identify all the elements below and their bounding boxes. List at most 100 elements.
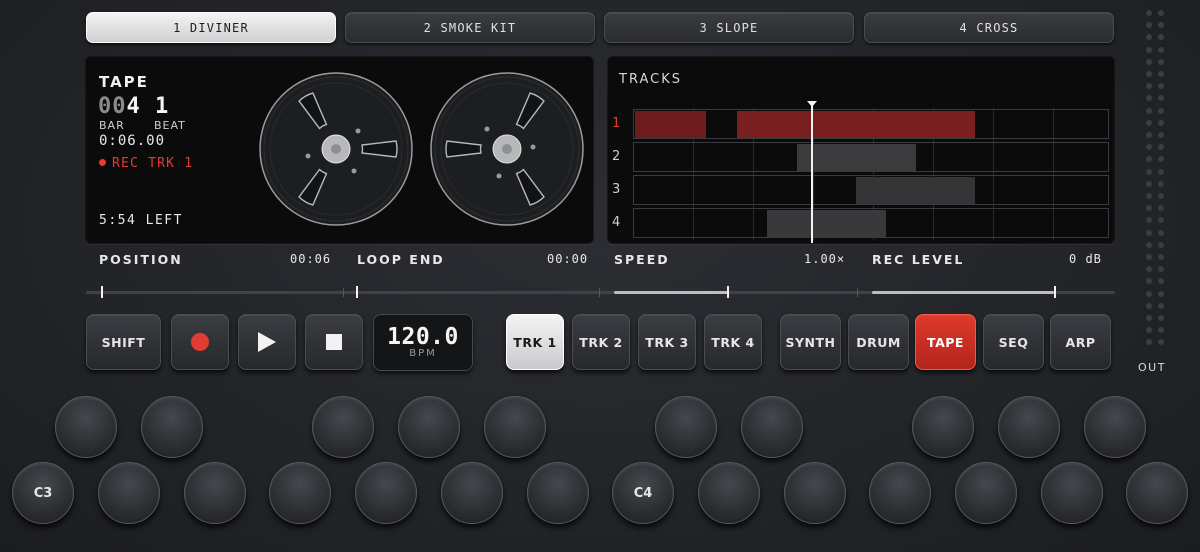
tracks-display: TRACKS 1 2 3 4 bbox=[607, 56, 1115, 244]
grill-hole bbox=[1158, 168, 1164, 175]
rec-status: REC TRK 1 bbox=[99, 156, 193, 171]
piano-key[interactable] bbox=[398, 396, 460, 458]
stop-button[interactable] bbox=[305, 314, 363, 370]
piano-key[interactable] bbox=[912, 396, 974, 458]
piano-key[interactable] bbox=[955, 462, 1017, 524]
tape-remaining: 5:54 LEFT bbox=[99, 213, 183, 228]
track-lanes[interactable] bbox=[633, 108, 1111, 240]
track-number-4: 4 bbox=[612, 215, 621, 230]
grill-hole bbox=[1158, 144, 1164, 151]
record-icon bbox=[191, 333, 209, 351]
piano-key[interactable] bbox=[312, 396, 374, 458]
piano-key[interactable] bbox=[1041, 462, 1103, 524]
beat-label: BEAT bbox=[154, 119, 186, 132]
grill-hole bbox=[1146, 119, 1152, 126]
position-slider[interactable] bbox=[101, 286, 103, 298]
track-lane-1[interactable] bbox=[633, 109, 1109, 139]
grill-hole bbox=[1146, 71, 1152, 77]
piano-key[interactable] bbox=[527, 462, 589, 524]
piano-key[interactable] bbox=[98, 462, 160, 524]
track-region[interactable] bbox=[767, 210, 886, 237]
grill-hole bbox=[1146, 58, 1152, 65]
piano-key-c3[interactable]: C3 bbox=[12, 462, 74, 524]
grill-hole bbox=[1146, 180, 1152, 187]
drum-mode-button[interactable]: DRUM bbox=[848, 314, 909, 370]
rec-level-slider[interactable] bbox=[1054, 286, 1056, 298]
preset-tab-3[interactable]: 3 SLOPE bbox=[604, 12, 854, 43]
playhead[interactable] bbox=[807, 101, 817, 243]
piano-key[interactable] bbox=[998, 396, 1060, 458]
track-number-2: 2 bbox=[612, 149, 621, 164]
track-3-button[interactable]: TRK 3 bbox=[638, 314, 696, 370]
grill-hole bbox=[1158, 266, 1164, 273]
grill-hole bbox=[1158, 46, 1164, 53]
grill-hole bbox=[1158, 339, 1164, 346]
track-number-1: 1 bbox=[612, 116, 622, 131]
preset-tab-2[interactable]: 2 SMOKE KIT bbox=[345, 12, 595, 43]
piano-key[interactable] bbox=[441, 462, 503, 524]
piano-key[interactable] bbox=[698, 462, 760, 524]
preset-tab-1[interactable]: 1 DIVINER bbox=[86, 12, 336, 43]
loop-end-label: LOOP END bbox=[357, 252, 445, 267]
grill-hole bbox=[1146, 144, 1152, 151]
grill-hole bbox=[1158, 327, 1164, 334]
track-lane-3[interactable] bbox=[633, 175, 1109, 205]
tape-time: 0:06.00 bbox=[99, 133, 166, 149]
piano-key[interactable] bbox=[741, 396, 803, 458]
piano-key[interactable] bbox=[484, 396, 546, 458]
grill-hole bbox=[1158, 10, 1164, 16]
grill-hole bbox=[1158, 22, 1164, 29]
grill-hole bbox=[1158, 180, 1164, 187]
piano-key[interactable] bbox=[1084, 396, 1146, 458]
rec-level-label: REC LEVEL bbox=[872, 252, 965, 267]
track-region[interactable] bbox=[737, 111, 975, 138]
piano-key[interactable] bbox=[55, 396, 117, 458]
piano-key[interactable] bbox=[655, 396, 717, 458]
track-region[interactable] bbox=[856, 177, 975, 204]
piano-key[interactable] bbox=[1126, 462, 1188, 524]
track-1-button[interactable]: TRK 1 bbox=[506, 314, 564, 370]
loop-end-slider[interactable] bbox=[356, 286, 358, 298]
arp-mode-button[interactable]: ARP bbox=[1050, 314, 1111, 370]
grill-hole bbox=[1158, 229, 1164, 236]
seq-mode-button[interactable]: SEQ bbox=[983, 314, 1044, 370]
bar-label: BAR bbox=[99, 119, 125, 132]
preset-tab-4[interactable]: 4 CROSS bbox=[864, 12, 1114, 43]
grill-hole bbox=[1158, 132, 1164, 138]
tape-title: TAPE bbox=[99, 73, 149, 91]
grill-hole bbox=[1158, 241, 1164, 248]
grill-hole bbox=[1158, 254, 1164, 260]
tape-mode-button[interactable]: TAPE bbox=[915, 314, 976, 370]
piano-key[interactable] bbox=[869, 462, 931, 524]
track-4-button[interactable]: TRK 4 bbox=[704, 314, 762, 370]
rec-level-slider-fill bbox=[872, 291, 1054, 294]
piano-key-c4[interactable]: C4 bbox=[612, 462, 674, 524]
piano-key[interactable] bbox=[184, 462, 246, 524]
play-button[interactable] bbox=[238, 314, 296, 370]
piano-key[interactable] bbox=[141, 396, 203, 458]
speed-slider[interactable] bbox=[727, 286, 729, 298]
track-region[interactable] bbox=[635, 111, 706, 138]
synth-mode-button[interactable]: SYNTH bbox=[780, 314, 841, 370]
track-region[interactable] bbox=[797, 144, 916, 171]
slider-divider bbox=[857, 288, 858, 297]
bpm-unit: BPM bbox=[409, 348, 437, 359]
track-lane-4[interactable] bbox=[633, 208, 1109, 238]
piano-key[interactable] bbox=[355, 462, 417, 524]
grill-hole bbox=[1158, 315, 1164, 321]
bpm-display[interactable]: 120.0 BPM bbox=[373, 314, 473, 371]
piano-key[interactable] bbox=[784, 462, 846, 524]
play-icon bbox=[258, 332, 276, 352]
grill-hole bbox=[1158, 58, 1164, 65]
grill-hole bbox=[1158, 95, 1164, 102]
piano-key[interactable] bbox=[269, 462, 331, 524]
track-lane-2[interactable] bbox=[633, 142, 1109, 172]
speaker-grill bbox=[1142, 10, 1166, 355]
shift-button[interactable]: SHIFT bbox=[86, 314, 161, 370]
grill-hole bbox=[1146, 95, 1152, 102]
track-2-button[interactable]: TRK 2 bbox=[572, 314, 630, 370]
grill-hole bbox=[1158, 290, 1164, 297]
grill-hole bbox=[1158, 217, 1164, 224]
grill-hole bbox=[1146, 46, 1152, 53]
record-button[interactable] bbox=[171, 314, 229, 370]
